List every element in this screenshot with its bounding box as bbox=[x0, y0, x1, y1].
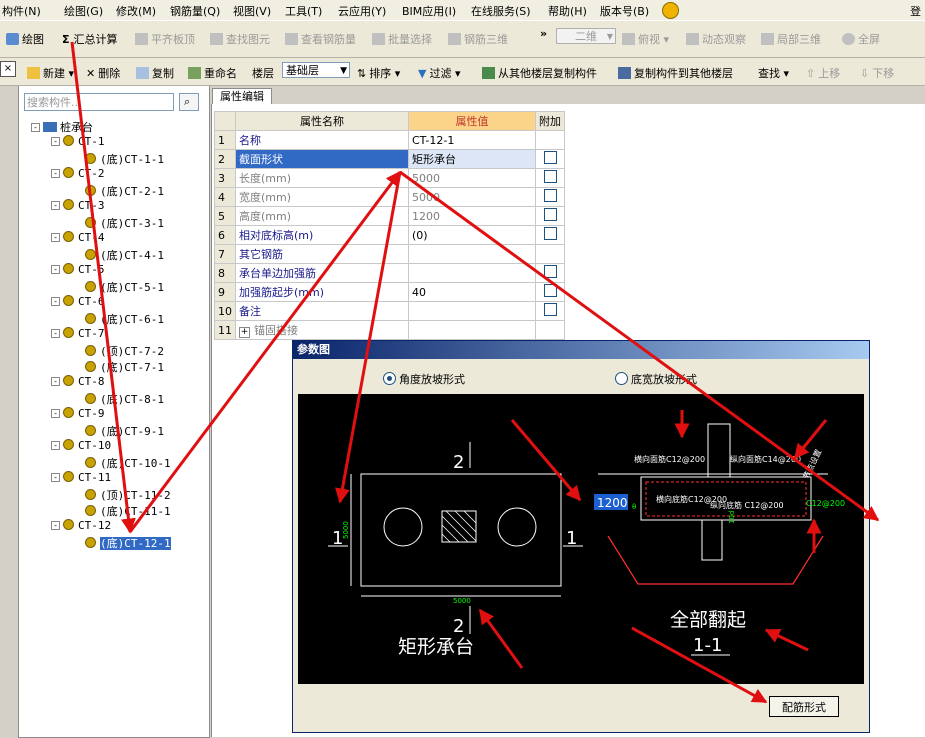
arrow-shape-caption bbox=[478, 608, 524, 669]
arrow-shape-to-plan bbox=[335, 171, 402, 504]
arrow-height bbox=[510, 419, 582, 502]
red-arrows bbox=[70, 41, 880, 704]
arrow-section-caption bbox=[764, 628, 809, 652]
annotation-overlay bbox=[70, 41, 880, 704]
arrow-side-rebar bbox=[793, 419, 828, 460]
arrow-shape-to-section bbox=[399, 170, 880, 522]
arrow-node-to-shape bbox=[128, 170, 402, 533]
arrow-new-to-node bbox=[70, 41, 136, 534]
arrow-rebar-button bbox=[631, 626, 768, 704]
